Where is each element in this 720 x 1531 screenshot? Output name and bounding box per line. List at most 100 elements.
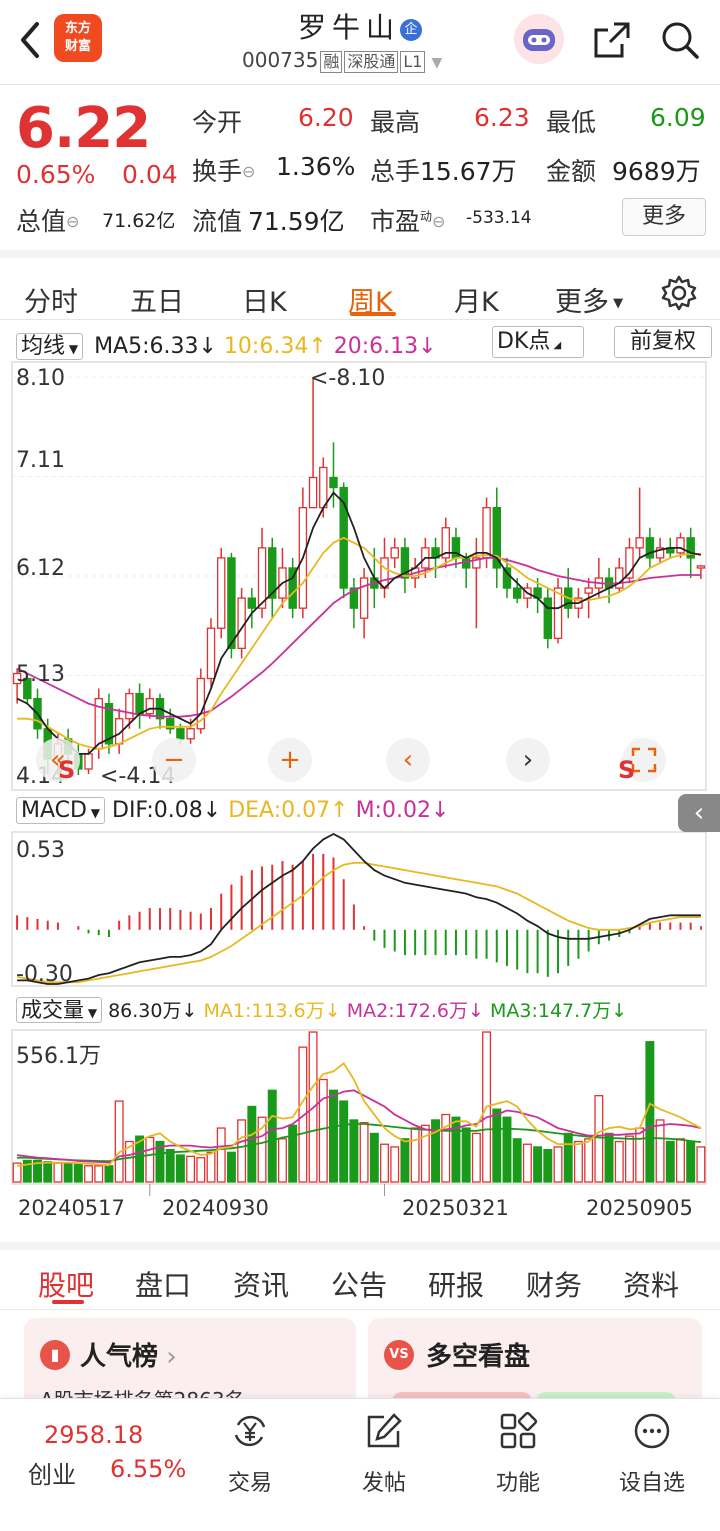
caret-down-icon: ▼ [86,806,100,820]
volume-bar-mark [451,1116,461,1183]
tab-more[interactable]: 更多 ▼ [555,280,623,319]
date-label: 20240517 [18,1196,125,1220]
volume-bar-mark [135,1135,145,1183]
candle-body [94,697,103,750]
volume-bar-mark [155,1140,165,1183]
tab-research[interactable]: 研报 [428,1264,484,1304]
candle-body [563,587,573,609]
back-button[interactable] [10,18,50,62]
nav-post[interactable]: 发帖 [334,1411,434,1497]
volume-bar-mark [33,1159,42,1183]
candle-body [686,537,695,559]
volume-bar-mark [329,1089,338,1183]
volume-bar-mark [298,1046,308,1183]
price-axis-label: 7.11 [16,448,65,473]
volume-selector[interactable]: 成交量 ▼ [16,997,103,1023]
pe-label: 市盈动⊖ [370,207,446,236]
ma-selector[interactable]: 均线 ▼ [16,333,84,360]
candle-body [206,627,216,680]
more-button[interactable]: 更多 [622,198,706,236]
tab-profile[interactable]: 资料 [623,1264,679,1304]
change-percent: 0.65% [16,160,96,189]
candle-body [298,507,308,609]
volume-bar-mark [573,1140,583,1183]
caret-down-icon[interactable]: ▼ [431,55,442,71]
volume-bar-mark [94,1165,104,1183]
tab-guba[interactable]: 股吧 [38,1264,94,1304]
volume-bar-mark [492,1108,502,1183]
candle-body [431,547,440,559]
volume-bar-mark [114,1100,124,1183]
float-label: 流值 [192,207,243,236]
nav-trade[interactable]: 交易 [200,1411,300,1497]
stock-code: 000735 [242,48,319,72]
sell-marker: S [618,756,636,784]
candle-body [615,567,624,589]
candle-body [441,527,450,559]
candle-body [278,567,287,599]
tab-daily-k[interactable]: 日K [242,280,287,319]
nav-add-watchlist[interactable]: 设自选 [602,1411,702,1497]
search-button[interactable] [658,18,702,62]
volume-bar-mark [400,1138,410,1183]
volume-bar-mark [63,1162,73,1183]
index-value[interactable]: 2958.18 [44,1421,143,1449]
high-value: 6.23 [474,103,530,132]
ma5-value: MA5:6.33↓ [94,334,217,359]
candle-body [655,547,665,559]
tab-finance[interactable]: 财务 [526,1264,582,1304]
candle-body [635,537,644,549]
info-icon[interactable]: ⊖ [242,162,255,181]
candle-body [421,547,430,569]
candle-body [604,577,614,589]
dif-line [17,832,701,985]
high-annotation: <-8.10 [310,366,386,391]
candle-body [155,697,165,720]
volume-bar-mark [196,1157,206,1183]
amount-value: 9689万 [612,157,701,186]
volume-bar-mark [124,1140,134,1183]
popularity-card[interactable]: ▮ 人气榜 › A股市场排名第2863名 [24,1318,356,1408]
volume-bar-mark [533,1146,543,1183]
grid-icon [500,1411,538,1449]
collapse-panel-button[interactable]: ‹ [678,794,720,832]
tab-announcements[interactable]: 公告 [331,1264,387,1304]
candle-body [125,692,134,720]
candle-body [410,567,420,579]
volume-bar-mark [359,1122,369,1183]
candle-body [216,557,226,629]
caret-down-icon: ▼ [609,296,624,311]
candle-body [676,537,685,554]
app-logo: 东方 财富 [54,14,102,62]
macd-panel-frame [11,831,707,987]
price-axis-label: 8.10 [16,366,65,391]
share-button[interactable] [590,18,634,62]
bullbear-card[interactable]: VS 多空看盘 [368,1318,702,1412]
macd-selector[interactable]: MACD ▼ [16,797,105,824]
tab-monthly-k[interactable]: 月K [454,280,499,319]
candle-body [553,587,563,639]
nav-functions[interactable]: 功能 [468,1411,568,1497]
zoom-out-button[interactable]: − [152,738,196,782]
period-tabs: 分时 五日 日K 周K 月K 更多 ▼ [0,250,720,320]
tab-news[interactable]: 资讯 [233,1264,289,1304]
adjust-button[interactable]: 前复权 [614,326,712,358]
tab-intraday[interactable]: 分时 [24,280,78,319]
candle-body [451,537,461,559]
candle-body [696,565,706,569]
avatar[interactable] [514,14,564,64]
zoom-in-button[interactable]: + [268,738,312,782]
tab-order-book[interactable]: 盘口 [135,1264,191,1304]
scroll-left-button[interactable]: ‹ [386,738,430,782]
info-icon[interactable]: ⊖ [432,212,445,231]
info-icon[interactable]: ⊖ [66,212,79,231]
more-dots-icon [634,1413,670,1449]
candle-body [400,547,410,579]
scroll-right-button[interactable]: › [506,738,550,782]
caret-down-icon: ▼ [84,1006,98,1020]
candle-body [329,476,338,489]
chart-settings-button[interactable] [658,272,700,314]
tab-five-day[interactable]: 五日 [130,280,184,319]
dk-button[interactable]: DK点 ◢ [492,326,584,358]
popularity-title: 人气榜 › [80,1342,177,1372]
